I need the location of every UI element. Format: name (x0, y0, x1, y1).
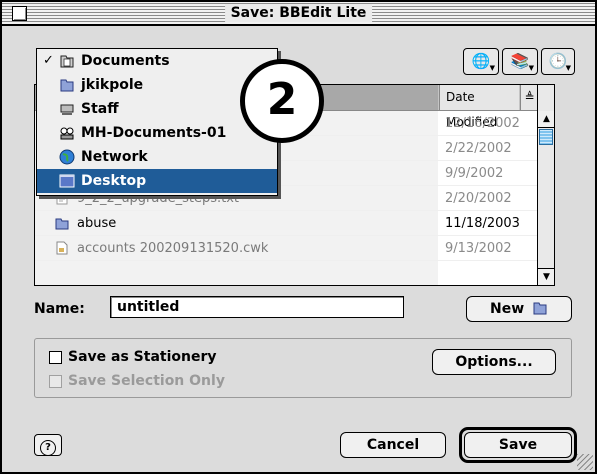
date-column-header[interactable]: Date Modified (439, 85, 519, 129)
file-date: 9/13/2002 (445, 241, 512, 256)
new-folder-button[interactable]: New (466, 296, 572, 322)
stationery-label[interactable]: Save as Stationery (68, 348, 217, 366)
menu-item-label: jkikpole (81, 77, 144, 93)
new-folder-icon (533, 302, 547, 315)
menu-item-network[interactable]: Network (37, 145, 277, 169)
name-field[interactable] (110, 296, 404, 318)
help-icon: ? (40, 440, 56, 456)
resize-grip-icon[interactable] (577, 454, 593, 470)
selection-only-checkbox (49, 375, 62, 388)
hard-drive-icon (60, 104, 74, 115)
checkmark-icon: ✓ (43, 53, 54, 68)
menu-item-label: Desktop (81, 173, 147, 189)
home-folder-icon (60, 79, 74, 92)
recent-icon: 🕒 (548, 52, 568, 70)
chevron-down-icon: ▼ (565, 64, 571, 72)
menu-item-documents[interactable]: ✓ Documents (37, 49, 277, 73)
scroll-down-arrow-icon[interactable]: ▼ (538, 268, 554, 285)
file-date: 9/9/2002 (445, 166, 504, 181)
step-number-badge: 2 (240, 59, 324, 143)
options-button[interactable]: Options... (432, 349, 556, 375)
network-volume-icon (60, 127, 74, 140)
file-date: 12/16/2002 (445, 116, 520, 131)
favorites-icon: 📚 (510, 52, 530, 70)
file-date: 2/20/2002 (445, 191, 512, 206)
scroll-up-arrow-icon[interactable]: ▲ (538, 111, 554, 128)
list-item[interactable]: abuse 11/18/2003 (35, 211, 537, 236)
scroll-thumb[interactable] (539, 129, 553, 145)
network-globe-icon (59, 149, 75, 165)
title-bar[interactable]: Save: BBEdit Lite (2, 2, 595, 26)
menu-item-label: Documents (81, 53, 170, 69)
documents-folder-icon (60, 55, 74, 68)
cancel-button[interactable]: Cancel (340, 432, 446, 458)
window-title: Save: BBEdit Lite (224, 4, 373, 22)
recent-button[interactable]: 🕒 ▼ (541, 48, 575, 75)
document-icon (56, 241, 68, 255)
file-name: accounts 200209131520.cwk (77, 241, 269, 256)
desktop-icon (59, 174, 75, 188)
vertical-scrollbar[interactable]: ▲ ▼ (537, 85, 554, 285)
location-popup-menu[interactable]: ✓ Documents jkikpole Staff MH-Documents-… (36, 48, 278, 196)
chevron-down-icon: ▼ (528, 64, 534, 72)
menu-item-label: MH-Documents-01 (81, 125, 227, 141)
save-dialog: Save: BBEdit Lite 🌐 ▼ 📚 ▼ 🕒 ▼ Date Modif… (0, 0, 597, 474)
folder-icon (55, 218, 69, 230)
chevron-down-icon: ▼ (489, 64, 495, 72)
list-item[interactable] (35, 261, 537, 285)
menu-item-label: Staff (81, 101, 119, 117)
save-button[interactable]: Save (464, 432, 572, 458)
file-date: 2/22/2002 (445, 141, 512, 156)
favorites-button[interactable]: 📚 ▼ (502, 48, 538, 75)
sort-order-button[interactable]: ≜ (520, 85, 538, 110)
menu-item-label: Network (81, 149, 148, 165)
new-button-label: New (489, 301, 525, 317)
stationery-checkbox[interactable] (49, 351, 62, 364)
file-date: 11/18/2003 (445, 216, 520, 231)
menu-item-desktop[interactable]: Desktop (37, 169, 277, 193)
name-label: Name: (34, 301, 85, 317)
file-name: abuse (77, 216, 117, 231)
close-box[interactable] (12, 6, 27, 21)
shortcuts-icon: 🌐 (471, 52, 491, 70)
help-button[interactable]: ? (34, 434, 62, 456)
menu-item-mh-documents-01[interactable]: MH-Documents-01 (37, 121, 277, 145)
shortcuts-button[interactable]: 🌐 ▼ (463, 48, 499, 75)
selection-only-label: Save Selection Only (68, 373, 225, 389)
list-item[interactable]: accounts 200209131520.cwk 9/13/2002 (35, 236, 537, 261)
